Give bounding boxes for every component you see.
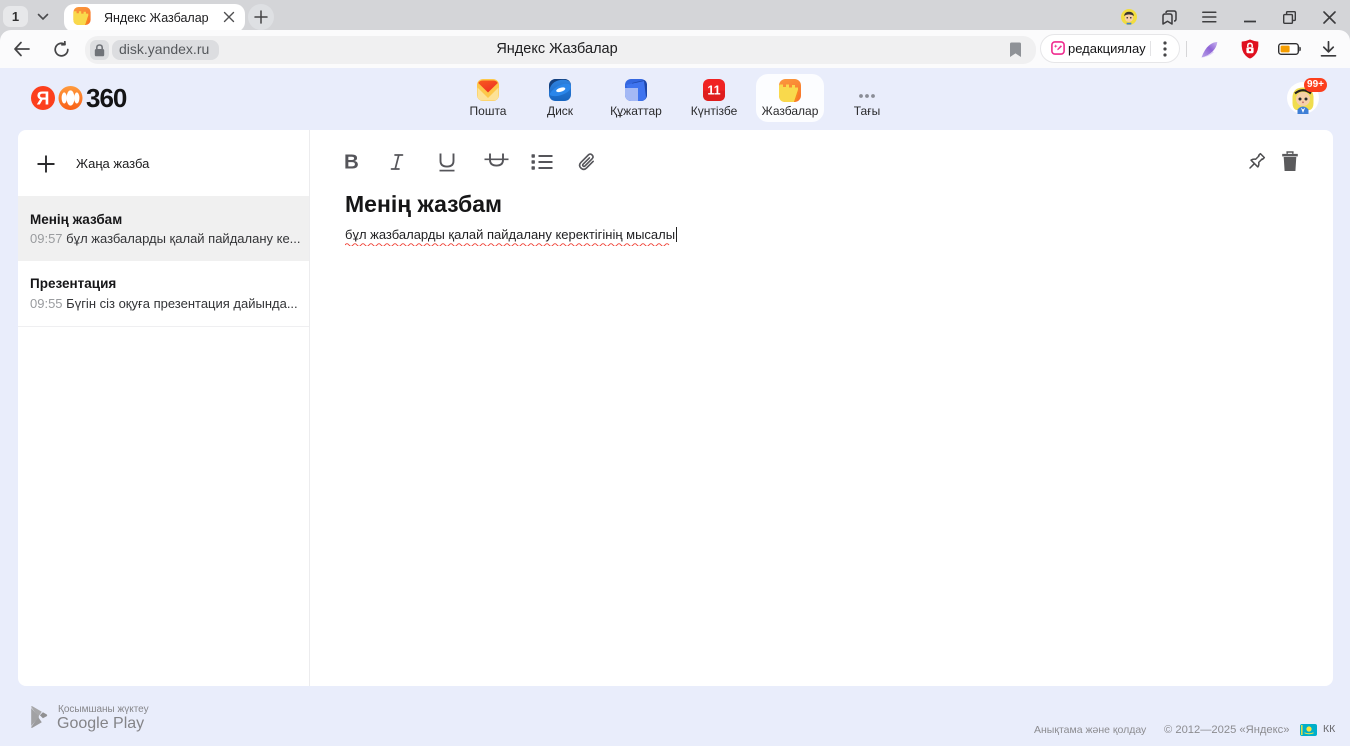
svg-text:11: 11 bbox=[707, 84, 720, 98]
svg-text:B: B bbox=[344, 152, 359, 172]
svg-text:Я: Я bbox=[37, 89, 50, 109]
